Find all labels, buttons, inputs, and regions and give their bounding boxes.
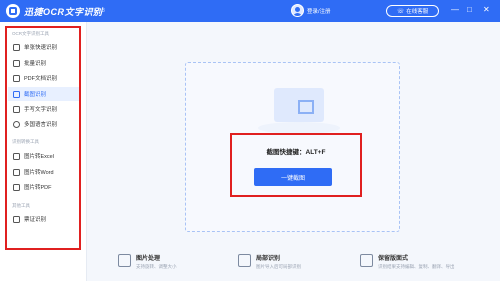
app-version: v8.6.4.3 <box>87 8 105 14</box>
image-edit-icon <box>118 254 131 267</box>
feature-title: 局部识别 <box>256 256 281 262</box>
feature-title: 保留版面式 <box>378 256 409 262</box>
user-avatar-icon[interactable] <box>291 4 304 17</box>
feature-partial-recognition: 局部识别 图片导入后可局部识别 <box>238 253 301 273</box>
minimize-button[interactable]: — <box>451 5 459 15</box>
feature-keep-layout: 保留版面式 识别结果支持编辑、复制、翻译、导出 <box>360 253 455 273</box>
feature-desc: 图片导入后可局部识别 <box>256 264 301 269</box>
partial-scan-icon <box>238 254 251 267</box>
feature-title: 图片处理 <box>136 256 161 262</box>
app-logo-icon <box>6 4 20 18</box>
online-service-button[interactable]: ☏ 在线客服 <box>386 5 439 17</box>
maximize-button[interactable]: □ <box>467 5 472 15</box>
headset-icon: ☏ <box>396 8 405 15</box>
screenshot-illustration <box>258 82 340 134</box>
login-register-link[interactable]: 登录/注册 <box>307 7 331 15</box>
sidebar-highlight-box <box>5 26 81 250</box>
title-bar: 迅捷OCR文字识别 v8.6.4.3 登录/注册 ☏ 在线客服 — □ ✕ <box>0 0 500 22</box>
main-highlight-box <box>230 133 362 197</box>
feature-desc: 识别结果支持编辑、复制、翻译、导出 <box>378 264 455 269</box>
layout-icon <box>360 254 373 267</box>
feature-image-processing: 图片处理 支持旋转、调整大小 <box>118 253 177 273</box>
feature-desc: 支持旋转、调整大小 <box>136 264 177 269</box>
online-service-label: 在线客服 <box>406 9 429 15</box>
close-button[interactable]: ✕ <box>483 5 490 15</box>
